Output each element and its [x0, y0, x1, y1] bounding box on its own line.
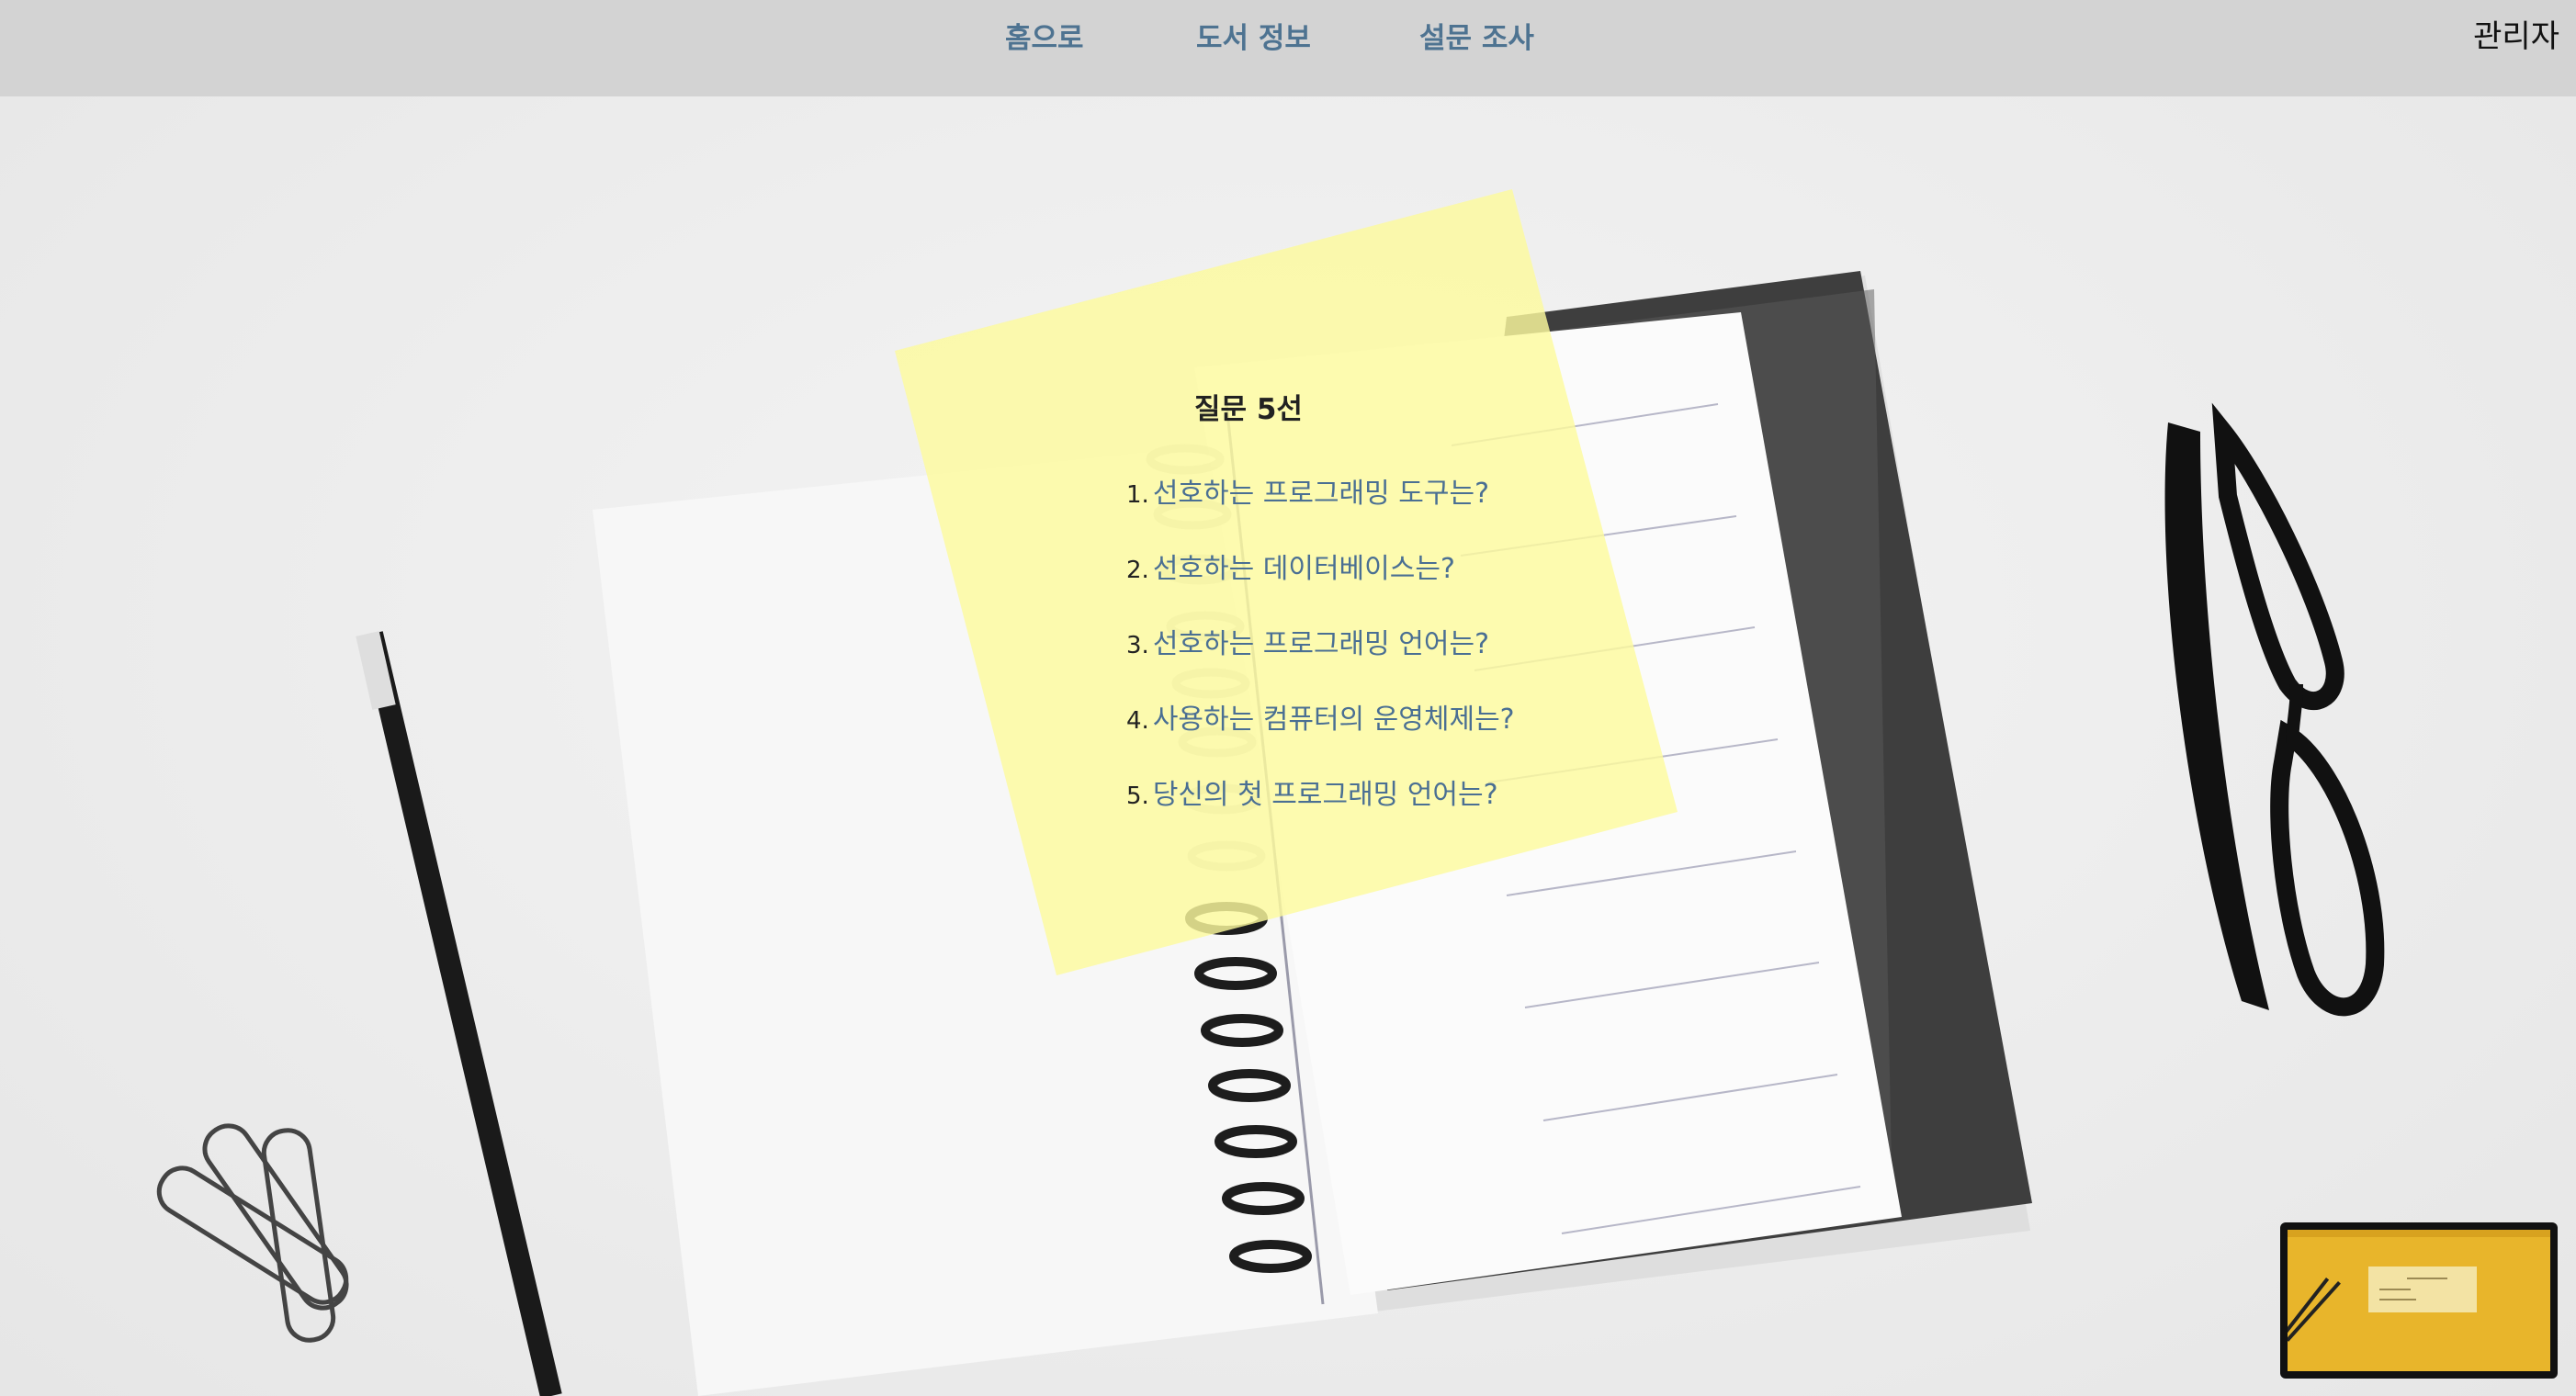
question-number: 1.	[1126, 481, 1149, 509]
question-item: 5. 당신의 첫 프로그래밍 언어는?	[1126, 777, 1515, 852]
question-number: 4.	[1126, 707, 1149, 735]
top-navigation-bar: 홈으로 도서 정보 설문 조사 관리자	[0, 0, 2576, 96]
thumbnail-pen	[2288, 1281, 2341, 1342]
question-number: 2.	[1126, 557, 1149, 584]
question-link[interactable]: 선호하는 프로그래밍 도구는?	[1153, 478, 1489, 510]
question-item: 1. 선호하는 프로그래밍 도구는?	[1126, 476, 1515, 551]
question-number: 3.	[1126, 632, 1149, 659]
thumbnail-line	[2379, 1289, 2411, 1290]
thumbnail-line	[2407, 1278, 2447, 1279]
question-item: 4. 사용하는 컴퓨터의 운영체제는?	[1126, 702, 1515, 777]
thumbnail-navbar	[2288, 1230, 2550, 1237]
nav-survey-link[interactable]: 설문 조사	[1419, 17, 1534, 61]
thumbnail-preview	[2288, 1230, 2550, 1371]
background-thumbnail[interactable]	[2280, 1222, 2558, 1379]
nav-book-info-link[interactable]: 도서 정보	[1196, 17, 1311, 61]
question-link[interactable]: 당신의 첫 프로그래밍 언어는?	[1153, 779, 1498, 811]
question-list-title: 질문 5선	[1194, 393, 1303, 426]
question-link[interactable]: 사용하는 컴퓨터의 운영체제는?	[1153, 704, 1515, 736]
question-item: 3. 선호하는 프로그래밍 언어는?	[1126, 626, 1515, 702]
question-item: 2. 선호하는 데이터베이스는?	[1126, 551, 1515, 626]
survey-question-card: 질문 5선 1. 선호하는 프로그래밍 도구는? 2. 선호하는 데이터베이스는? …	[0, 0, 2576, 1396]
thumbnail-line	[2379, 1299, 2416, 1300]
admin-link[interactable]: 관리자	[2473, 15, 2559, 59]
question-link[interactable]: 선호하는 데이터베이스는?	[1153, 553, 1455, 585]
question-link[interactable]: 선호하는 프로그래밍 언어는?	[1153, 628, 1489, 660]
nav-home-link[interactable]: 홈으로	[1005, 17, 1084, 61]
question-number: 5.	[1126, 782, 1149, 810]
question-list: 1. 선호하는 프로그래밍 도구는? 2. 선호하는 데이터베이스는? 3. 선호하는…	[1126, 476, 1515, 852]
